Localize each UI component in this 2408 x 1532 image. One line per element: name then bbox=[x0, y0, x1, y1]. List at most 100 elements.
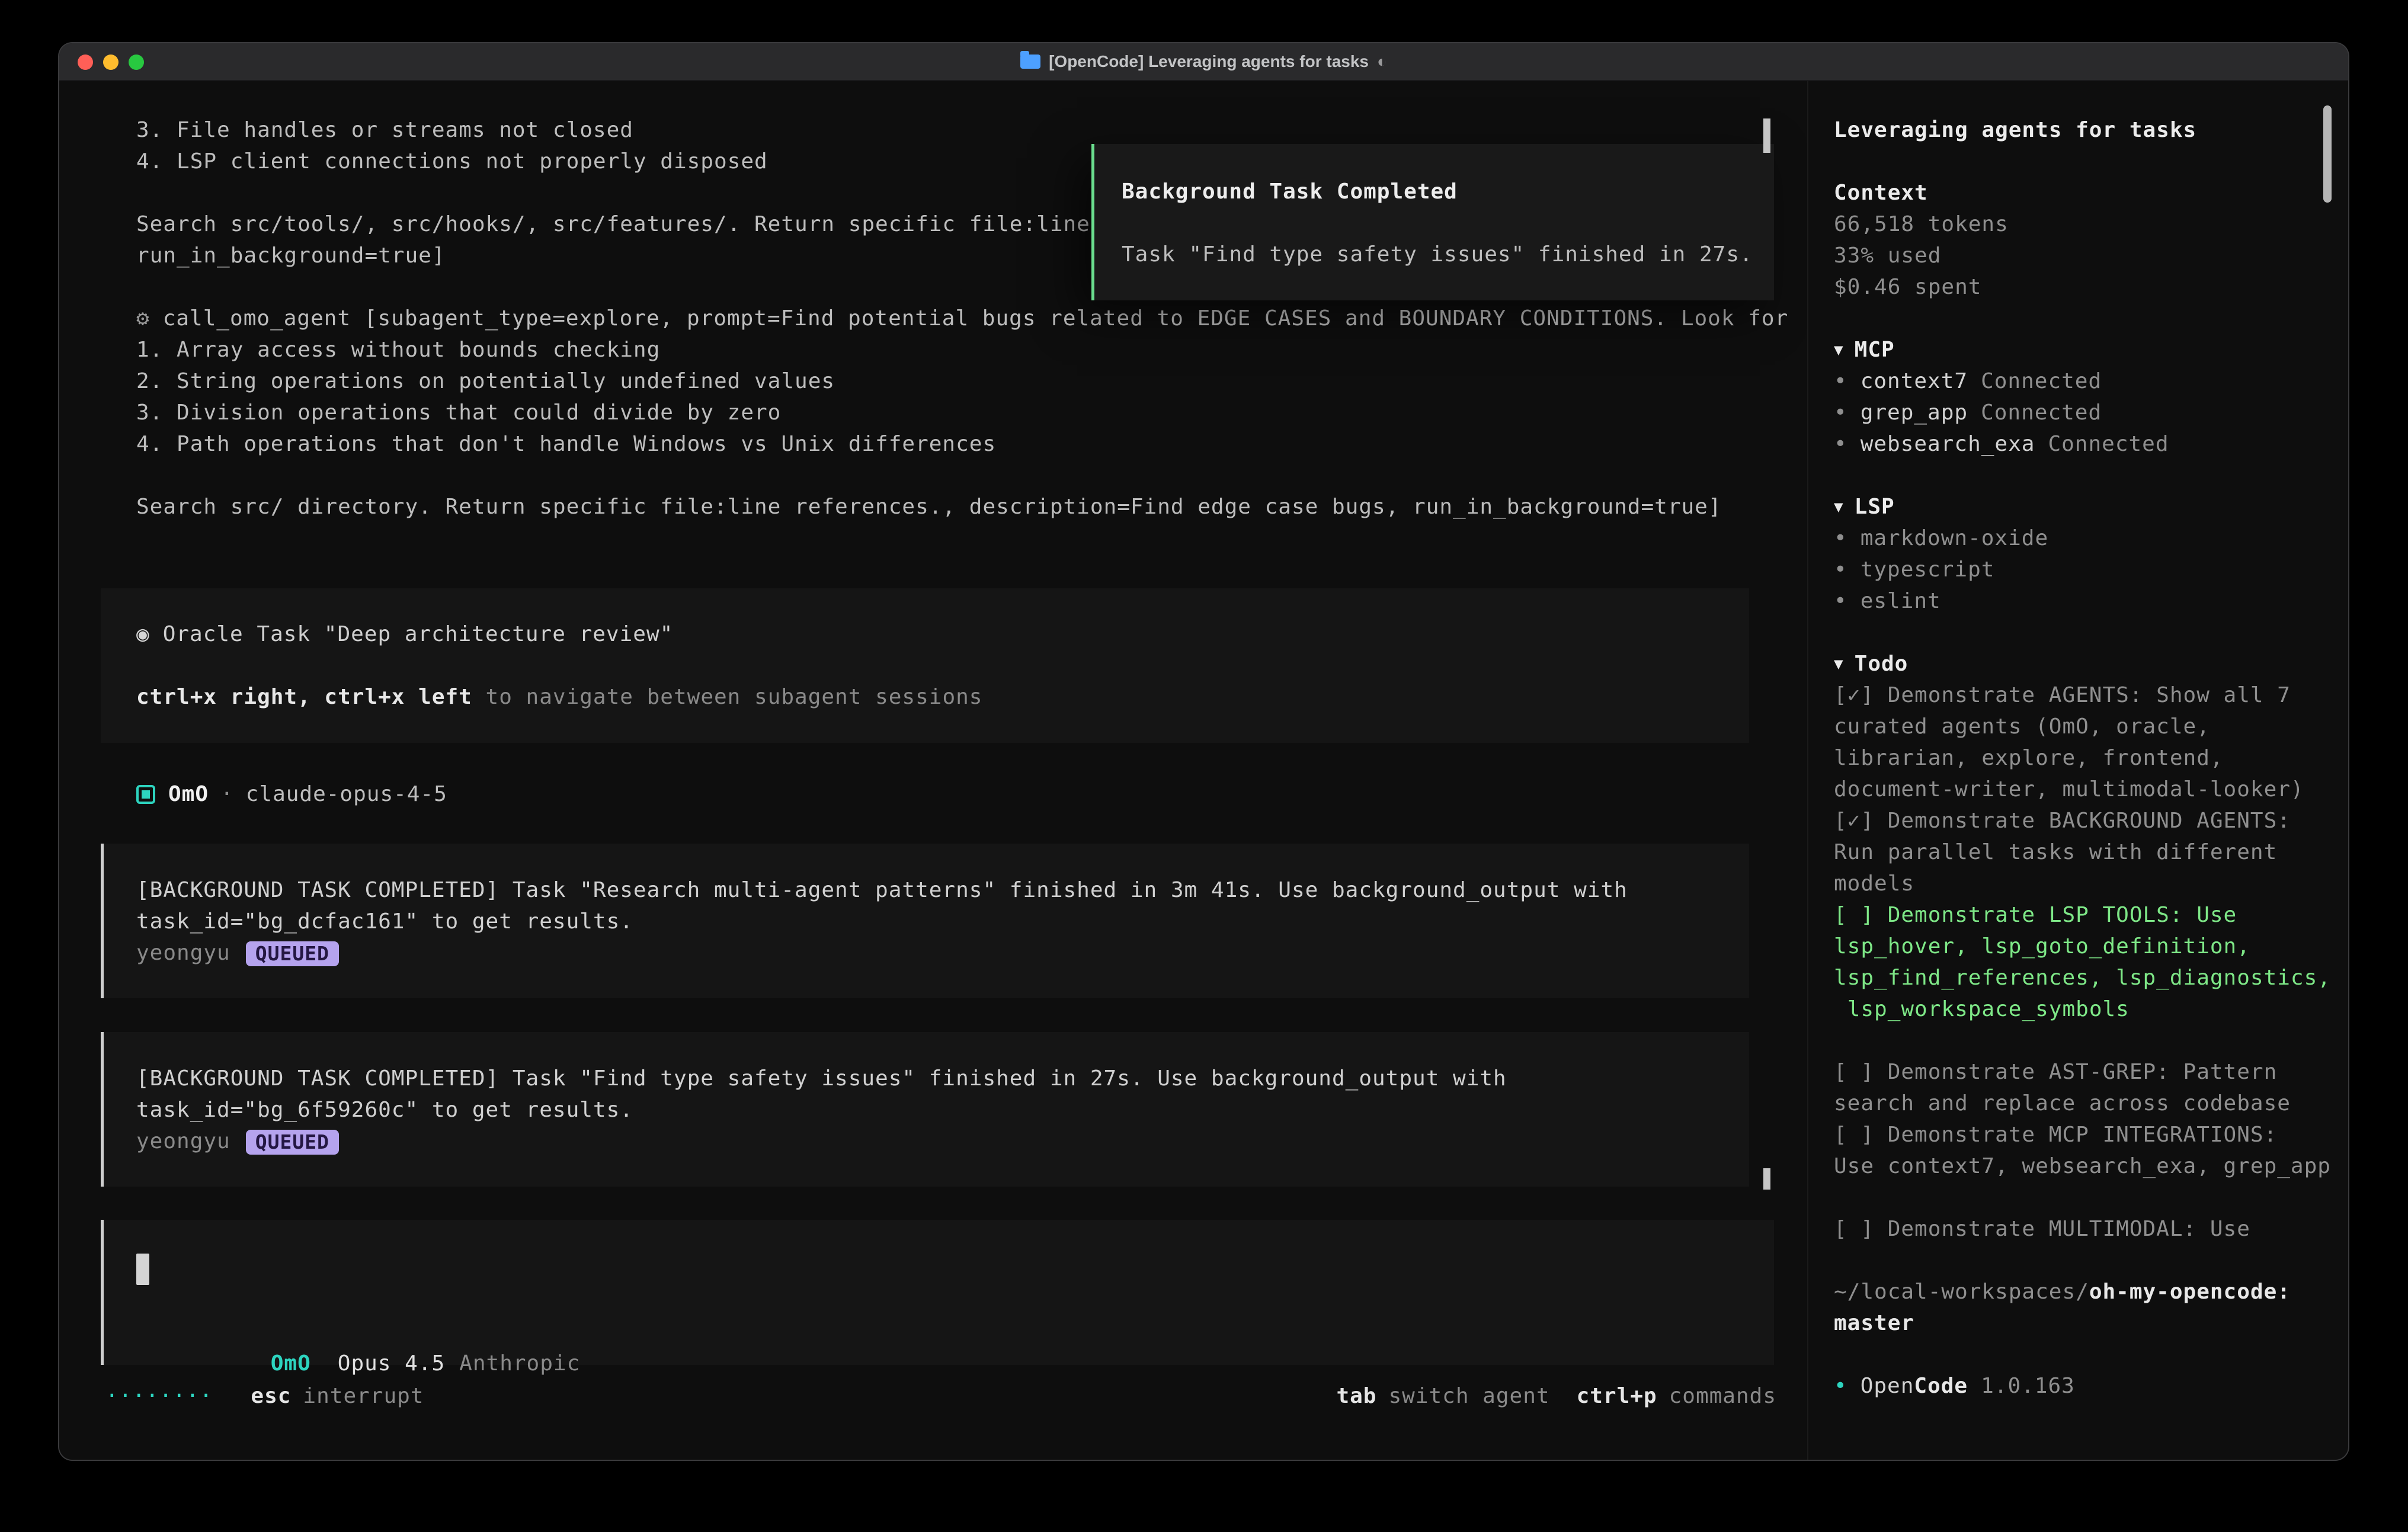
message-card: [BACKGROUND TASK COMPLETED] Task "Find t… bbox=[101, 1032, 1749, 1187]
bullet-icon: • bbox=[1834, 526, 1847, 550]
bullet-icon: • bbox=[1834, 557, 1847, 582]
todo-item: [✓] Demonstrate BACKGROUND AGENTS: Run p… bbox=[1834, 805, 2348, 899]
separator-dot: · bbox=[220, 782, 234, 806]
titlebar[interactable]: [OpenCode] Leveraging agents for tasks ◐ bbox=[59, 43, 2348, 81]
bullet-icon: • bbox=[1834, 400, 1847, 425]
oracle-title-line: ◉ Oracle Task "Deep architecture review" bbox=[136, 618, 1749, 650]
lsp-name: markdown-oxide bbox=[1861, 526, 2048, 550]
todo-item: [ ] Demonstrate MULTIMODAL: Use bbox=[1834, 1213, 2348, 1245]
shortcut-description: to navigate between subagent sessions bbox=[472, 685, 983, 709]
agent-model: claude-opus-4-5 bbox=[246, 782, 447, 806]
input-model-row: OmOOpus 4.5Anthropic bbox=[136, 1316, 580, 1348]
agent-name: OmO bbox=[168, 782, 209, 806]
mcp-section-header[interactable]: ▼ MCP bbox=[1834, 334, 2348, 366]
close-button[interactable] bbox=[78, 55, 93, 70]
app-version: 1.0.163 bbox=[1981, 1374, 2075, 1398]
context-heading: Context bbox=[1834, 177, 2348, 209]
output-line: 4. Path operations that don't handle Win… bbox=[136, 428, 1788, 460]
todo-section-header[interactable]: ▼Todo bbox=[1834, 648, 2348, 680]
message-text: task_id="bg_dcfac161" to get results. bbox=[136, 906, 1749, 937]
workspace-path: ~/local-workspaces/oh-my-opencode: bbox=[1834, 1276, 2348, 1307]
message-meta: yeongyu QUEUED bbox=[136, 937, 1749, 969]
tool-call-text: call_omo_agent [subagent_type=explore, p… bbox=[163, 306, 1789, 331]
mcp-heading-label: MCP bbox=[1855, 338, 1895, 362]
oracle-task-panel: ◉Oracle Task "Deep architecture review" … bbox=[101, 588, 1749, 743]
chat-panel: 3. File handles or streams not closed 4.… bbox=[59, 81, 1807, 1460]
lsp-name: typescript bbox=[1861, 557, 1995, 582]
message-author: yeongyu bbox=[136, 941, 230, 965]
bullet-icon: • bbox=[1834, 589, 1847, 613]
lsp-name: eslint bbox=[1861, 589, 1941, 613]
window-controls bbox=[78, 55, 144, 70]
context-used: 33% used bbox=[1834, 240, 2348, 271]
input-model-name: Opus 4.5 bbox=[338, 1351, 445, 1376]
tab-key-hint: tab bbox=[1336, 1380, 1376, 1412]
mcp-item: •websearch_exaConnected bbox=[1834, 428, 2348, 460]
agent-header: OmO · claude-opus-4-5 bbox=[136, 778, 447, 810]
scrollbar-thumb[interactable] bbox=[2323, 105, 2332, 203]
window-title: [OpenCode] Leveraging agents for tasks ◐ bbox=[1020, 52, 1387, 71]
todo-item: [ ] Demonstrate MCP INTEGRATIONS: Use co… bbox=[1834, 1119, 2348, 1182]
prompt-input[interactable]: OmOOpus 4.5Anthropic bbox=[101, 1220, 1774, 1365]
tool-call-line: ⚙call_omo_agent [subagent_type=explore, … bbox=[136, 303, 1788, 334]
message-meta: yeongyu QUEUED bbox=[136, 1126, 1749, 1157]
todo-item: [ ] Demonstrate AST-GREP: Pattern search… bbox=[1834, 1056, 2348, 1119]
message-card: [BACKGROUND TASK COMPLETED] Task "Resear… bbox=[101, 844, 1749, 998]
chevron-down-icon: ▼ bbox=[1834, 655, 1844, 673]
output-line: 3. Division operations that could divide… bbox=[136, 397, 1788, 428]
output-line: 2. String operations on potentially unde… bbox=[136, 366, 1788, 397]
terminal-window: [OpenCode] Leveraging agents for tasks ◐… bbox=[59, 43, 2348, 1460]
mcp-status: Connected bbox=[1981, 400, 2102, 425]
zoom-button[interactable] bbox=[129, 55, 144, 70]
input-provider-name: Anthropic bbox=[459, 1351, 580, 1376]
sidebar: Leveraging agents for tasks Context 66,5… bbox=[1807, 81, 2348, 1460]
folder-icon bbox=[1020, 55, 1040, 69]
esc-key-label: interrupt bbox=[303, 1380, 424, 1412]
mcp-status: Connected bbox=[2048, 432, 2169, 456]
lsp-heading-label: LSP bbox=[1855, 495, 1895, 519]
status-badge: QUEUED bbox=[246, 1130, 339, 1155]
context-spent: $0.46 spent bbox=[1834, 271, 2348, 303]
navigation-hint: ctrl+x right, ctrl+x left to navigate be… bbox=[136, 681, 1749, 713]
mcp-item: •grep_appConnected bbox=[1834, 397, 2348, 428]
app-name-bold: Code bbox=[1914, 1374, 1968, 1398]
todo-item: [ ] Demonstrate LSP TOOLS: Use lsp_hover… bbox=[1834, 899, 2348, 1025]
context-tokens: 66,518 tokens bbox=[1834, 209, 2348, 240]
status-bar: ········ esc interrupt tab switch agent … bbox=[105, 1380, 1776, 1412]
message-text: [BACKGROUND TASK COMPLETED] Task "Find t… bbox=[136, 1063, 1749, 1094]
output-line: Search src/ directory. Return specific f… bbox=[136, 491, 1788, 523]
app-name: Open bbox=[1861, 1374, 1914, 1398]
message-author: yeongyu bbox=[136, 1129, 230, 1153]
workspace-repo: oh-my-opencode: bbox=[2089, 1280, 2291, 1304]
mcp-item: •context7Connected bbox=[1834, 366, 2348, 397]
chevron-down-icon: ▼ bbox=[1834, 498, 1844, 516]
window-title-text: [OpenCode] Leveraging agents for tasks bbox=[1049, 52, 1369, 71]
lsp-item: • eslint bbox=[1834, 585, 2348, 617]
session-title: Leveraging agents for tasks bbox=[1834, 114, 2348, 146]
shortcut-keys: ctrl+x right, ctrl+x left bbox=[136, 685, 472, 709]
workspace-path-prefix: ~/local-workspaces/ bbox=[1834, 1280, 2089, 1304]
spinner-dots: ········ bbox=[105, 1380, 213, 1412]
bullet-icon: • bbox=[1834, 1374, 1847, 1398]
oracle-icon: ◉ bbox=[136, 622, 150, 646]
commands-key-label: commands bbox=[1669, 1380, 1776, 1412]
commands-key-hint: ctrl+p bbox=[1577, 1380, 1657, 1412]
bullet-icon: • bbox=[1834, 369, 1847, 393]
output-line: 1. Array access without bounds checking bbox=[136, 334, 1788, 366]
minimize-button[interactable] bbox=[103, 55, 119, 70]
output-line: 3. File handles or streams not closed bbox=[136, 114, 1788, 146]
mcp-status: Connected bbox=[1981, 369, 2102, 393]
toast-body: Task "Find type safety issues" finished … bbox=[1122, 239, 1774, 270]
message-text: [BACKGROUND TASK COMPLETED] Task "Resear… bbox=[136, 874, 1749, 906]
tab-key-label: switch agent bbox=[1388, 1380, 1549, 1412]
todo-item: [✓] Demonstrate AGENTS: Show all 7 curat… bbox=[1834, 680, 2348, 805]
input-agent-name: OmO bbox=[271, 1351, 311, 1376]
chevron-down-icon: ▼ bbox=[1834, 341, 1844, 359]
message-text: task_id="bg_6f59260c" to get results. bbox=[136, 1094, 1749, 1126]
scrollbar-thumb[interactable] bbox=[1763, 118, 1770, 153]
oracle-title: Oracle Task "Deep architecture review" bbox=[163, 622, 674, 646]
scrollbar-thumb[interactable] bbox=[1763, 1168, 1770, 1190]
toast-title: Background Task Completed bbox=[1122, 176, 1774, 207]
lsp-section-header[interactable]: ▼ LSP bbox=[1834, 491, 2348, 523]
status-badge: QUEUED bbox=[246, 941, 339, 966]
